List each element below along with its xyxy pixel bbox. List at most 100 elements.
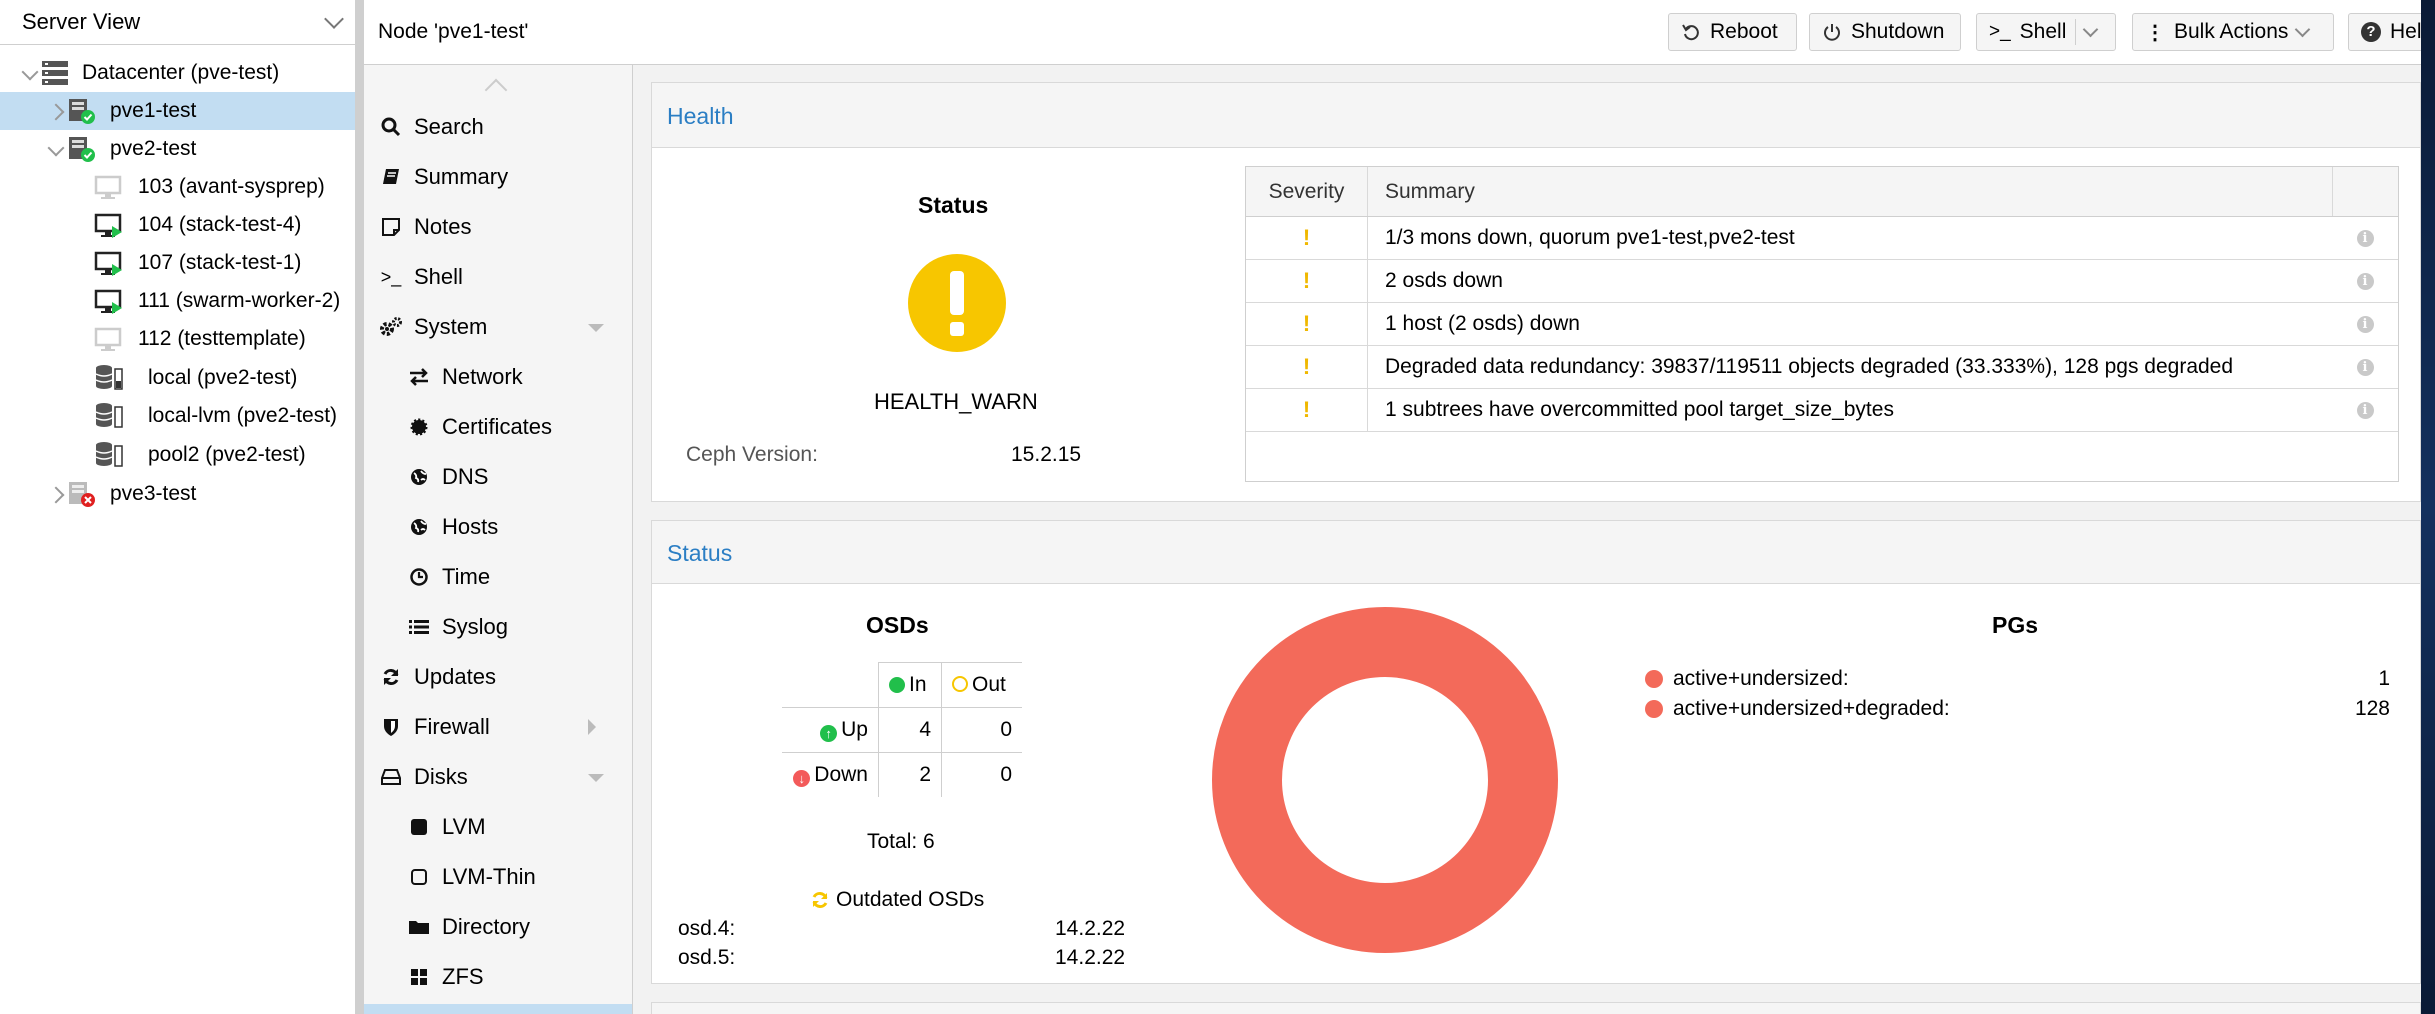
refresh-icon <box>378 667 404 687</box>
health-panel-header <box>651 82 2421 148</box>
nav-item-notes[interactable]: Notes <box>378 207 471 247</box>
shutdown-button[interactable]: Shutdown <box>1809 13 1961 51</box>
certificate-icon <box>406 417 432 437</box>
info-icon[interactable]: i <box>2356 315 2374 333</box>
node-online-icon <box>69 99 95 124</box>
nav-item-zfs[interactable]: ZFS <box>406 957 484 997</box>
tree-node-storage-pool2[interactable]: pool2 (pve2-test) <box>0 436 355 474</box>
column-header-severity[interactable]: Severity <box>1246 167 1368 216</box>
warning-icon <box>908 254 1006 352</box>
clock-icon <box>406 567 432 587</box>
expand-toggle-icon[interactable] <box>47 486 65 504</box>
nav-item-system[interactable]: System <box>378 307 487 347</box>
tree-node-label: pool2 (pve2-test) <box>148 443 306 466</box>
help-button[interactable]: ? Hel <box>2348 13 2421 51</box>
nav-item-hosts[interactable]: Hosts <box>406 507 498 547</box>
view-selector[interactable]: Server View <box>0 0 355 45</box>
vm-running-icon <box>94 289 122 314</box>
table-row[interactable]: ! 1/3 mons down, quorum pve1-test,pve2-t… <box>1246 217 2398 260</box>
outdated-osds-header: Outdated OSDs <box>810 888 984 912</box>
expand-toggle-icon[interactable] <box>47 103 65 121</box>
nav-item-dns[interactable]: DNS <box>406 457 488 497</box>
info-icon[interactable]: i <box>2356 358 2374 376</box>
nav-item-network[interactable]: Network <box>406 357 523 397</box>
row-summary: Degraded data redundancy: 39837/119511 o… <box>1385 355 2234 378</box>
nav-item-certificates[interactable]: Certificates <box>406 407 552 447</box>
cogs-icon <box>378 316 404 338</box>
grid-header: Severity Summary <box>1246 167 2398 217</box>
proxmox-window: Server View Datacenter (pve-test) pve1-t… <box>0 0 2421 1014</box>
datacenter-icon <box>42 61 68 85</box>
reboot-button[interactable]: Reboot <box>1668 13 1797 51</box>
tree-node-label: pve2-test <box>110 137 197 160</box>
tree-node-vm-107[interactable]: 107 (stack-test-1) <box>0 244 355 282</box>
splitter[interactable] <box>356 0 364 1014</box>
tree-node-vm-103[interactable]: 103 (avant-sysprep) <box>0 168 355 206</box>
globe-icon <box>406 517 432 537</box>
tree-node-vm-104[interactable]: 104 (stack-test-4) <box>0 206 355 244</box>
nav-item-updates[interactable]: Updates <box>378 657 496 697</box>
info-icon[interactable]: i <box>2356 229 2374 247</box>
ellipsis-vertical-icon: ⋮ <box>2145 21 2165 44</box>
square-outline-icon <box>406 867 432 887</box>
list-icon <box>406 617 432 637</box>
tree-node-storage-local[interactable]: local (pve2-test) <box>0 359 355 397</box>
info-icon[interactable]: i <box>2356 272 2374 290</box>
shield-icon <box>378 717 404 737</box>
table-row[interactable]: ! 2 osds down i <box>1246 260 2398 303</box>
tree-node-vm-111[interactable]: 111 (swarm-worker-2) <box>0 282 355 320</box>
row-summary: 1 host (2 osds) down <box>1385 312 1580 335</box>
tree-node-label: pve1-test <box>110 99 197 122</box>
row-summary: 1 subtrees have overcommitted pool targe… <box>1385 398 1894 421</box>
expand-toggle-icon[interactable] <box>21 63 39 81</box>
terminal-icon: >_ <box>1989 21 2011 42</box>
nav-item-shell[interactable]: >_ Shell <box>378 257 463 297</box>
tree-node-pve3-test[interactable]: pve3-test <box>0 475 355 513</box>
nav-item-lvm-thin[interactable]: LVM-Thin <box>406 857 536 897</box>
table-row[interactable]: ! 1 subtrees have overcommitted pool tar… <box>1246 389 2398 432</box>
tree-node-vm-112[interactable]: 112 (testtemplate) <box>0 320 355 358</box>
undo-icon <box>1682 24 1699 41</box>
health-summary-grid: Severity Summary ! 1/3 mons down, quorum… <box>1245 166 2399 482</box>
node-toolbar: Node 'pve1-test' Reboot Shutdown >_ Shel… <box>364 0 2421 65</box>
tree-node-pve1-test[interactable]: pve1-test <box>0 92 355 130</box>
node-offline-icon <box>69 482 95 507</box>
question-icon: ? <box>2361 22 2381 42</box>
column-header-info <box>2332 167 2398 216</box>
tree-node-pve2-test[interactable]: pve2-test <box>0 130 355 168</box>
expand-toggle-icon[interactable] <box>47 139 65 157</box>
nav-item-partial[interactable] <box>364 1004 632 1014</box>
column-header-summary[interactable]: Summary <box>1368 167 2332 216</box>
nav-item-disks[interactable]: Disks <box>378 757 468 797</box>
nav-item-time[interactable]: Time <box>406 557 490 597</box>
pg-donut-ring[interactable] <box>1212 607 1558 953</box>
nav-item-search[interactable]: Search <box>378 107 484 147</box>
pgs-heading: PGs <box>1992 612 2039 638</box>
ceph-version-label: Ceph Version: <box>686 443 818 466</box>
status-panel-header <box>651 520 2421 584</box>
nav-item-firewall[interactable]: Firewall <box>378 707 490 747</box>
tree-node-storage-local-lvm[interactable]: local-lvm (pve2-test) <box>0 397 355 435</box>
nav-item-directory[interactable]: Directory <box>406 907 530 947</box>
tree-node-datacenter[interactable]: Datacenter (pve-test) <box>0 54 355 92</box>
chevron-down-icon[interactable] <box>2083 21 2099 38</box>
table-row[interactable]: ! Degraded data redundancy: 39837/119511… <box>1246 346 2398 389</box>
osds-heading: OSDs <box>866 612 929 638</box>
tree-node-label: 107 (stack-test-1) <box>138 251 302 274</box>
bulk-actions-button[interactable]: ⋮ Bulk Actions <box>2132 13 2334 51</box>
severity-warning-icon: ! <box>1246 389 1368 431</box>
storage-icon <box>95 442 123 467</box>
osd-total: Total: 6 <box>867 830 935 853</box>
nav-item-syslog[interactable]: Syslog <box>406 607 508 647</box>
shell-button[interactable]: >_ Shell <box>1976 13 2116 51</box>
table-row[interactable]: ! 1 host (2 osds) down i <box>1246 303 2398 346</box>
nav-item-summary[interactable]: Summary <box>378 157 508 197</box>
tree-node-label: Datacenter (pve-test) <box>82 61 280 84</box>
note-icon <box>378 217 404 237</box>
storage-icon <box>95 403 123 428</box>
arrow-down-circle-icon: ↓ <box>793 770 811 787</box>
grid-icon <box>406 967 432 987</box>
health-panel-title: Health <box>667 103 734 129</box>
nav-item-lvm[interactable]: LVM <box>406 807 486 847</box>
info-icon[interactable]: i <box>2356 401 2374 419</box>
